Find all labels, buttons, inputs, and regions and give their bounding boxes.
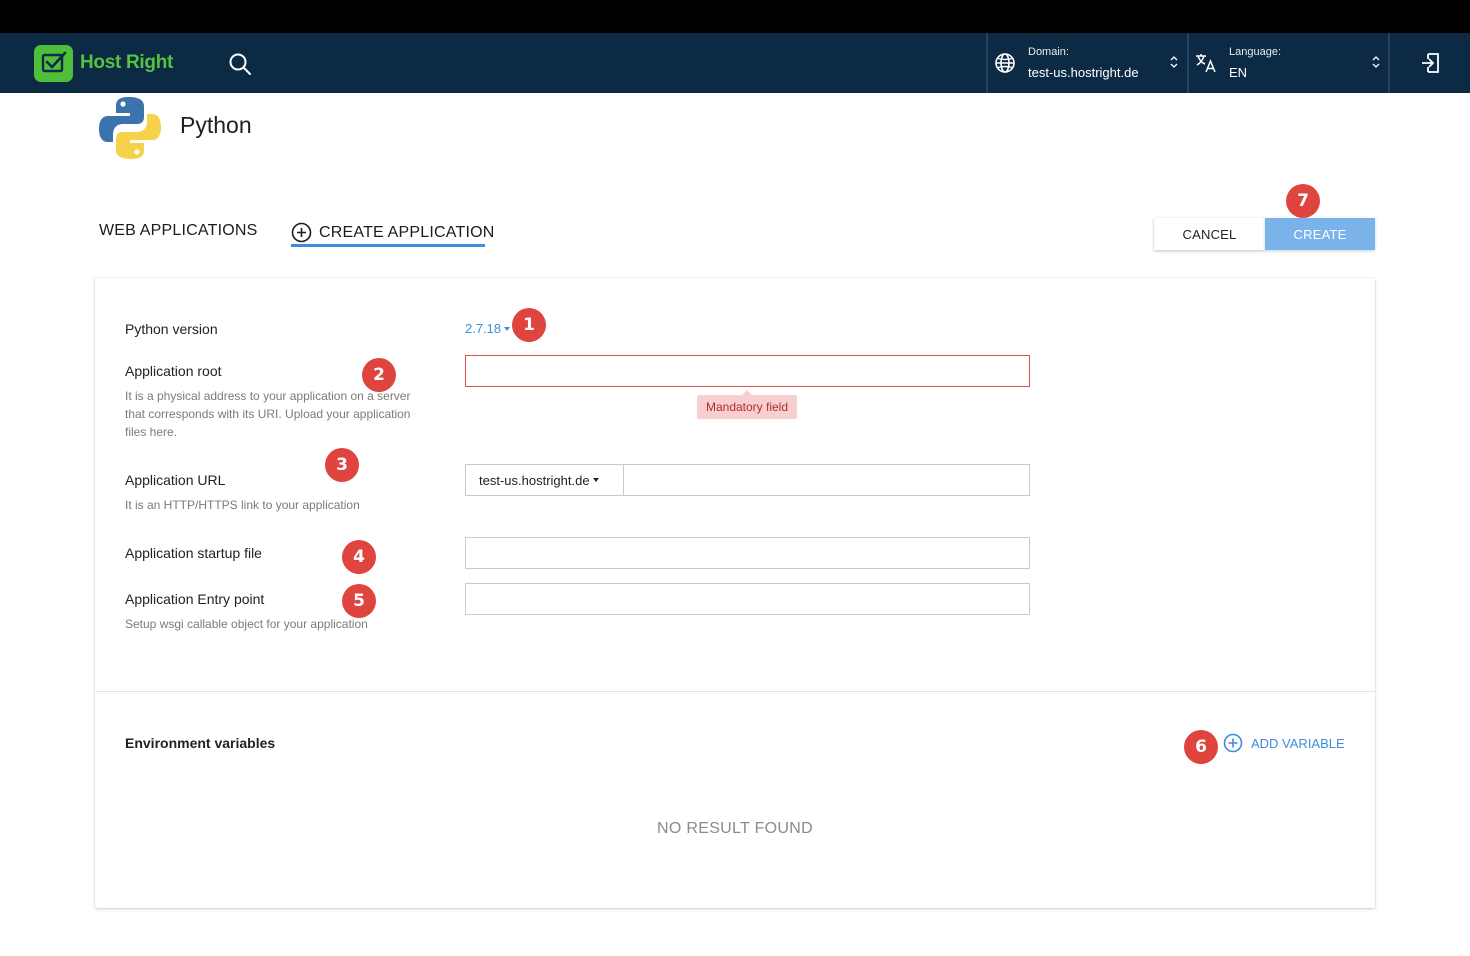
language-label: Language: (1229, 46, 1281, 58)
plus-circle-icon (291, 222, 312, 243)
tab-create-label: CREATE APPLICATION (319, 223, 495, 241)
no-result-text: NO RESULT FOUND (657, 820, 813, 837)
updown-chevron-icon (1170, 56, 1178, 68)
top-black-strip (0, 0, 1470, 33)
cancel-button[interactable]: CANCEL (1154, 218, 1265, 250)
active-tab-indicator (291, 244, 485, 247)
app-url-label: Application URL (125, 472, 226, 488)
card-divider (95, 691, 1375, 692)
caret-down-icon (504, 326, 511, 331)
translate-icon (1195, 52, 1217, 74)
language-value: EN (1229, 65, 1248, 80)
search-icon[interactable] (228, 52, 252, 76)
create-button[interactable]: CREATE (1265, 218, 1375, 250)
step-badge: 7 (1286, 184, 1320, 218)
python-logo-icon (98, 96, 162, 160)
step-badge: 3 (325, 448, 359, 482)
step-badge: 5 (342, 584, 376, 618)
domain-label: Domain: (1028, 46, 1069, 58)
brand-name: Host Right (80, 52, 174, 73)
updown-chevron-icon (1372, 56, 1380, 68)
page-title: Python (180, 112, 252, 138)
brand[interactable]: Host Right (34, 44, 173, 82)
language-selector[interactable]: Language: EN (1195, 33, 1387, 93)
entry-point-label: Application Entry point (125, 591, 265, 607)
entry-point-input[interactable] (465, 583, 1030, 615)
plus-circle-icon (1223, 733, 1243, 753)
nav-divider (1187, 33, 1189, 93)
python-version-value: 2.7.18 (465, 321, 502, 336)
app-url-help: It is an HTTP/HTTPS link to your applica… (125, 498, 360, 512)
domain-value: test-us.hostright.de (1028, 65, 1139, 80)
globe-icon (994, 52, 1016, 74)
tab-web-applications[interactable]: WEB APPLICATIONS (99, 222, 258, 240)
app-root-input[interactable] (465, 355, 1030, 387)
url-domain-value: test-us.hostright.de (479, 472, 590, 488)
app-root-help: It is a physical address to your applica… (125, 389, 411, 439)
nav-divider (986, 33, 988, 93)
nav-divider (1388, 33, 1390, 93)
mandatory-field-tooltip: Mandatory field (697, 390, 797, 419)
app-url-path-input[interactable] (624, 465, 1029, 495)
startup-file-label: Application startup file (125, 545, 262, 561)
app-root-label: Application root (125, 363, 222, 379)
domain-selector[interactable]: Domain: test-us.hostright.de (994, 33, 1186, 93)
app-url-group: test-us.hostright.de (465, 464, 1030, 496)
logout-icon[interactable] (1419, 51, 1443, 75)
entry-point-help: Setup wsgi callable object for your appl… (125, 617, 368, 631)
python-version-label: Python version (125, 321, 218, 337)
url-domain-dropdown[interactable]: test-us.hostright.de (466, 465, 624, 495)
env-variables-title: Environment variables (125, 735, 276, 751)
python-version-dropdown[interactable]: 2.7.18 (465, 321, 511, 336)
step-badge: 4 (342, 540, 376, 574)
step-badge: 2 (362, 358, 396, 392)
startup-file-input[interactable] (465, 537, 1030, 569)
step-badge: 1 (512, 308, 546, 342)
step-badge: 6 (1184, 730, 1218, 764)
top-navbar: Host Right Domain: test-us.hostright.de (0, 33, 1470, 93)
add-variable-label: ADD VARIABLE (1251, 735, 1345, 751)
tab-create-application[interactable]: CREATE APPLICATION (291, 222, 495, 243)
brand-logo-icon (34, 44, 73, 82)
add-variable-button[interactable]: ADD VARIABLE (1223, 733, 1345, 753)
caret-down-icon (592, 478, 599, 482)
